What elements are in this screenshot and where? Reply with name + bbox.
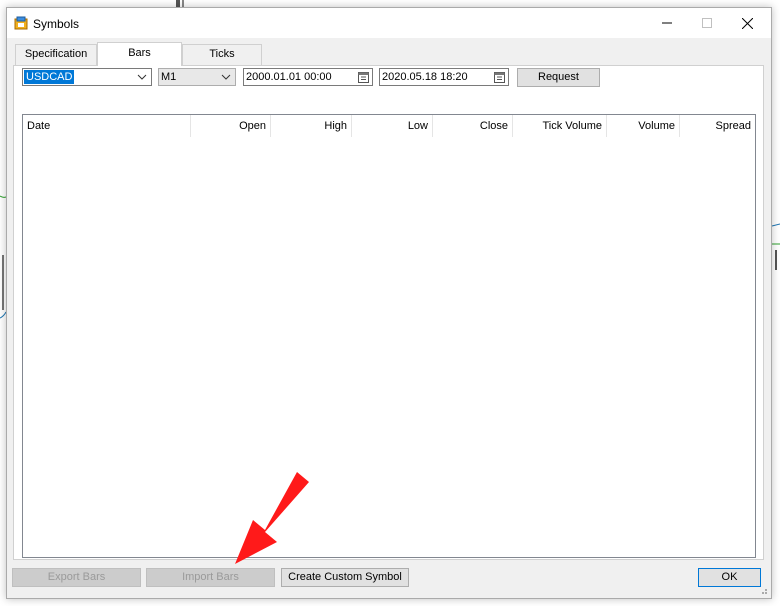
column-header-spread[interactable]: Spread bbox=[680, 115, 755, 137]
maximize-icon bbox=[702, 18, 712, 28]
date-to-value: 2020.05.18 18:20 bbox=[382, 71, 468, 83]
tab-specification[interactable]: Specification bbox=[15, 44, 97, 65]
column-header-tick-volume[interactable]: Tick Volume bbox=[513, 115, 607, 137]
timeframe-select[interactable]: M1 bbox=[158, 68, 236, 86]
column-header-low[interactable]: Low bbox=[352, 115, 433, 137]
window-title: Symbols bbox=[33, 17, 80, 31]
column-header-open[interactable]: Open bbox=[191, 115, 271, 137]
minimize-icon bbox=[662, 22, 672, 24]
column-header-high[interactable]: High bbox=[271, 115, 352, 137]
request-button[interactable]: Request bbox=[517, 68, 600, 87]
symbol-select-value: USDCAD bbox=[24, 70, 75, 84]
ok-button[interactable]: OK bbox=[698, 568, 761, 587]
red-arrow-annotation-icon bbox=[235, 472, 309, 564]
symbols-app-icon bbox=[14, 16, 28, 30]
export-bars-button[interactable]: Export Bars bbox=[12, 568, 141, 587]
chevron-down-icon bbox=[221, 74, 231, 80]
symbols-dialog: Symbols Specification Bars Ticks USDCAD … bbox=[6, 7, 772, 599]
column-header-close[interactable]: Close bbox=[433, 115, 513, 137]
column-header-volume[interactable]: Volume bbox=[607, 115, 680, 137]
resize-grip-icon[interactable] bbox=[758, 585, 768, 595]
maximize-button[interactable] bbox=[687, 8, 727, 38]
timeframe-select-value: M1 bbox=[161, 71, 177, 83]
date-to-field[interactable]: 2020.05.18 18:20 bbox=[379, 68, 509, 86]
minimize-button[interactable] bbox=[647, 8, 687, 38]
close-icon bbox=[741, 17, 753, 29]
calendar-icon[interactable] bbox=[358, 71, 369, 83]
title-bar: Symbols bbox=[7, 8, 771, 38]
calendar-icon[interactable] bbox=[494, 71, 505, 83]
bars-table[interactable]: Date Open High Low Close Tick Volume Vol… bbox=[22, 114, 756, 558]
column-header-date[interactable]: Date bbox=[23, 115, 191, 137]
chevron-down-icon bbox=[137, 74, 147, 80]
create-custom-symbol-button[interactable]: Create Custom Symbol bbox=[281, 568, 409, 587]
tab-ticks[interactable]: Ticks bbox=[182, 44, 262, 65]
close-button[interactable] bbox=[727, 8, 767, 38]
tab-bars[interactable]: Bars bbox=[97, 42, 182, 66]
symbol-select[interactable]: USDCAD bbox=[22, 68, 152, 86]
date-from-field[interactable]: 2000.01.01 00:00 bbox=[243, 68, 373, 86]
import-bars-button[interactable]: Import Bars bbox=[146, 568, 275, 587]
date-from-value: 2000.01.01 00:00 bbox=[246, 71, 332, 83]
table-header: Date Open High Low Close Tick Volume Vol… bbox=[23, 115, 755, 137]
